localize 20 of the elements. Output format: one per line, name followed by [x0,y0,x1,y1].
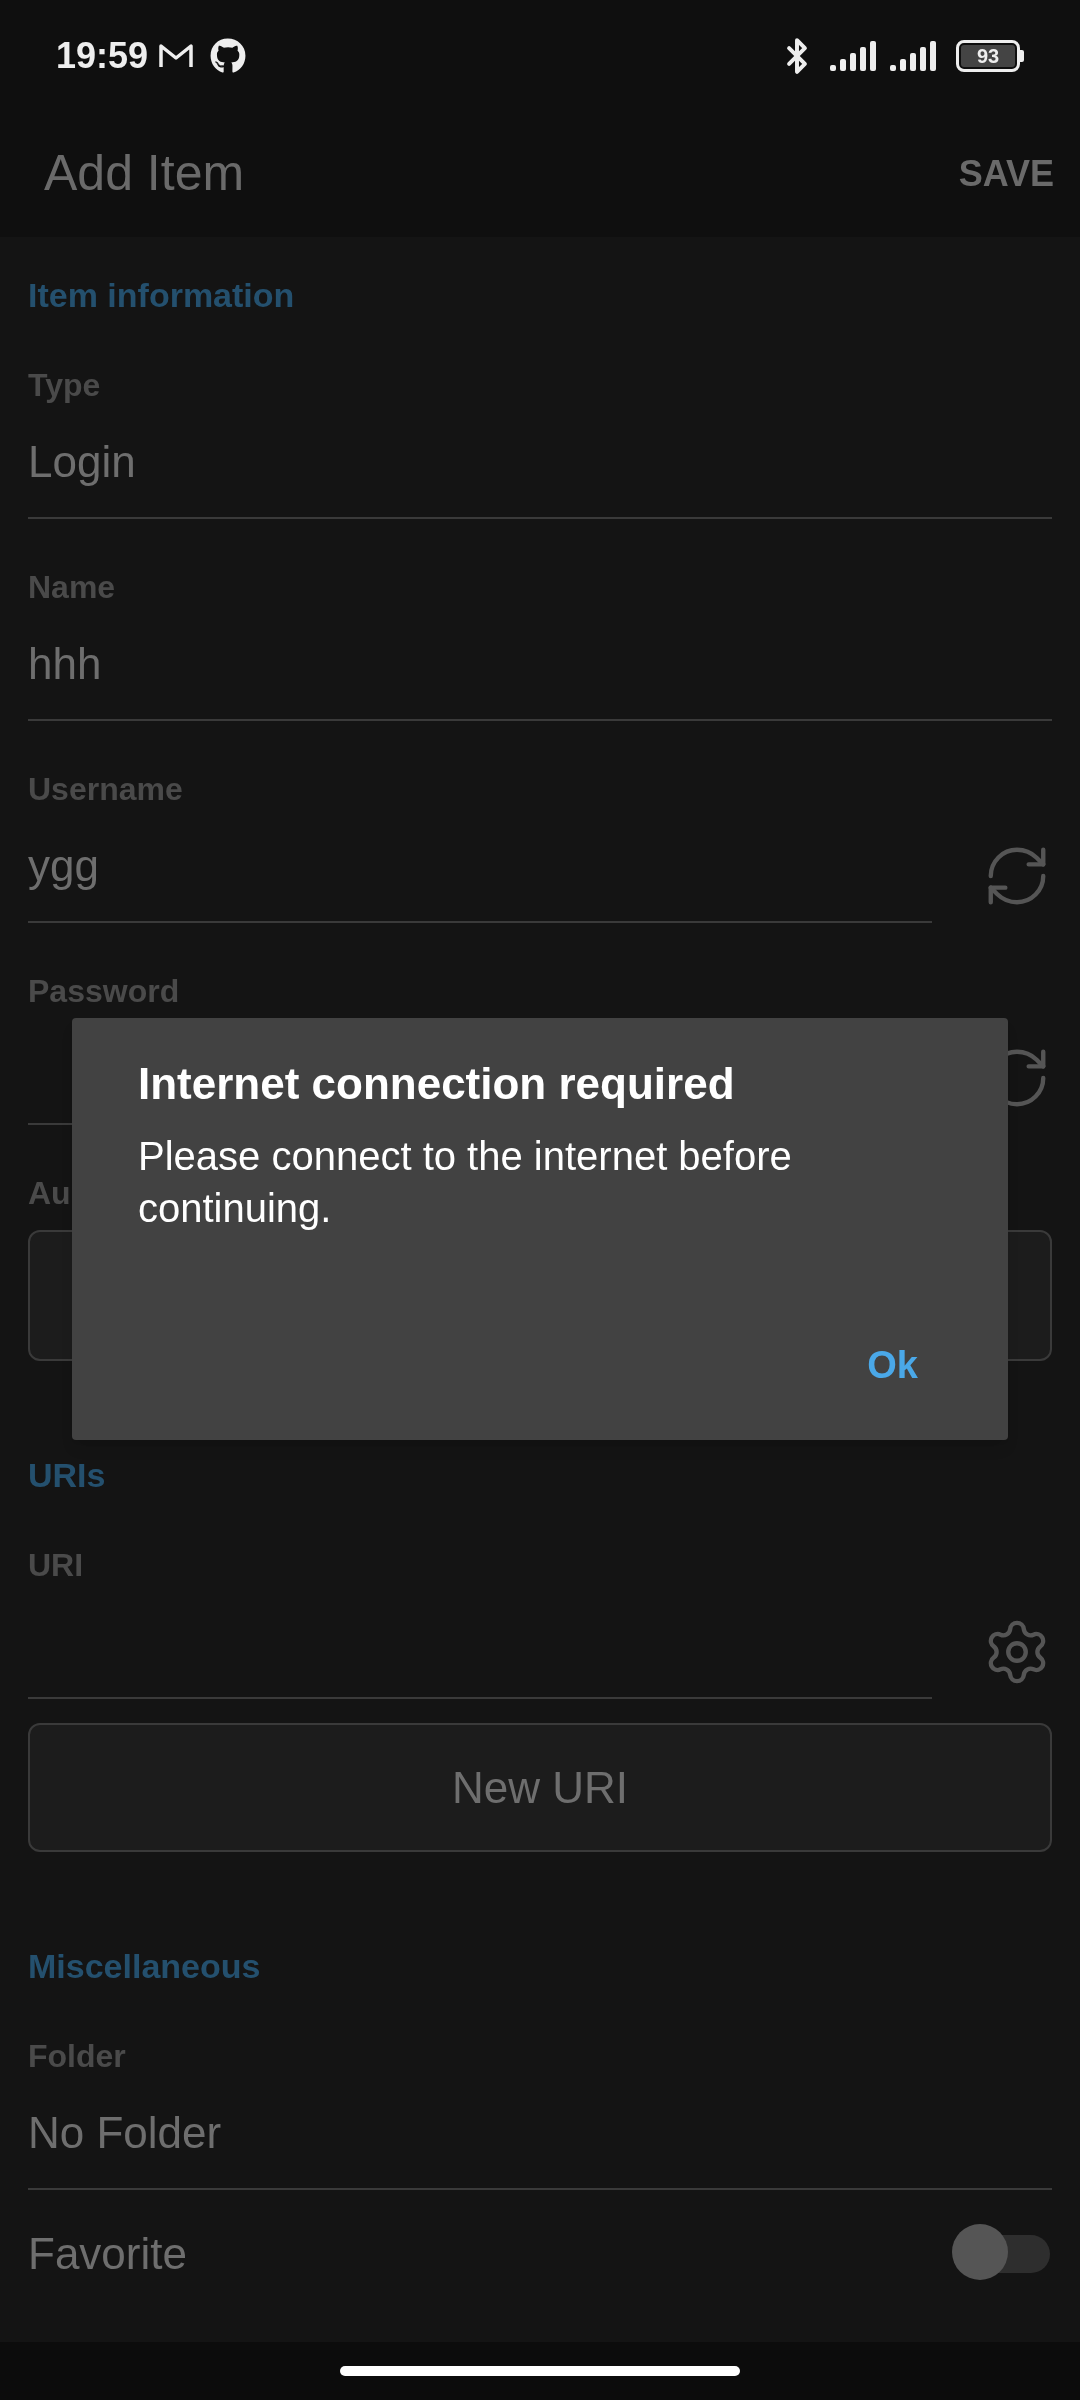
github-icon [210,38,247,74]
save-button[interactable]: SAVE [958,146,1054,201]
text-field[interactable]: ygg [28,838,932,923]
dialog-title: Internet connection required [138,1058,736,1110]
ok-button[interactable]: Ok [843,1325,942,1406]
dialog-message: Please connect to the internet before continuing. [138,1133,793,1232]
section-header: URIs [28,1455,106,1496]
mail-icon [158,42,195,70]
section-header: Miscellaneous [28,1946,261,1987]
screen-title: Add Item [44,144,245,203]
section-header: Item information [28,275,295,316]
status-time: 19:59 [56,34,149,78]
signal-icon [890,41,936,71]
text-field[interactable]: No Folder [28,2105,1052,2190]
text-field[interactable]: hhh [28,636,1052,721]
signal-icon [830,41,876,71]
battery-level: 93 [976,46,1000,66]
text-field[interactable]: Login [28,434,1052,519]
favorite-label: Favorite [28,2227,187,2280]
new-uri-button[interactable]: New URI [28,1723,1052,1852]
